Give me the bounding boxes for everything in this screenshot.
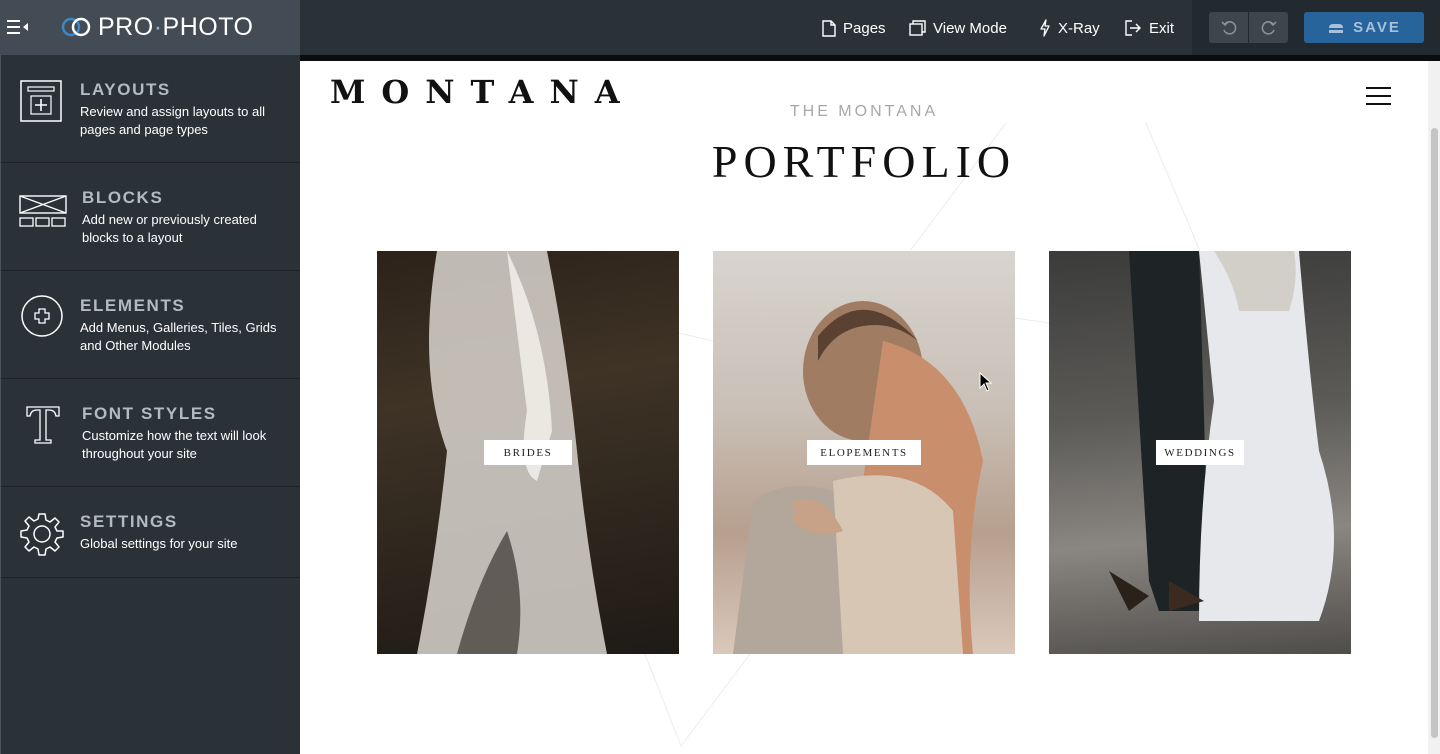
xray-label: X-Ray — [1058, 19, 1100, 37]
view-mode-button[interactable]: View Mode — [909, 17, 1007, 39]
app-logo-text: PRO·PHOTO — [98, 13, 254, 41]
save-label: SAVE — [1353, 19, 1401, 36]
lightning-icon — [1040, 19, 1050, 37]
brand-area: PRO·PHOTO — [0, 0, 300, 55]
sidebar-item-settings[interactable]: SETTINGS Global settings for your site — [1, 487, 301, 578]
layout-add-icon — [20, 80, 62, 122]
font-icon — [26, 406, 60, 444]
sidebar: LAYOUTS Review and assign layouts to all… — [0, 55, 301, 754]
mouse-cursor-icon — [979, 372, 993, 392]
sidebar-item-desc: Global settings for your site — [80, 536, 238, 551]
page-subtitle: THE MONTANA — [789, 103, 939, 120]
portfolio-tile-elopements[interactable]: ELOPEMENTS — [713, 251, 1015, 654]
sidebar-item-title: ELEMENTS — [80, 296, 186, 315]
sidebar-item-desc: Review and assign layouts to all pages a… — [80, 104, 265, 137]
sidebar-item-blocks[interactable]: BLOCKS Add new or previously created blo… — [1, 163, 301, 271]
preview-scroll-thumb[interactable] — [1431, 128, 1438, 738]
tile-label: ELOPEMENTS — [807, 440, 921, 465]
site-preview: MONTANA THE MONTANA PORTFOLIO BRIDES ELO… — [300, 61, 1428, 754]
redo-button[interactable] — [1249, 12, 1288, 43]
tile-label: BRIDES — [484, 440, 572, 465]
blocks-icon — [19, 195, 67, 227]
sidebar-item-title: SETTINGS — [80, 512, 178, 531]
sidebar-item-desc: Add new or previously created blocks to … — [82, 212, 257, 245]
exit-label: Exit — [1149, 19, 1175, 37]
sidebar-item-font-styles[interactable]: FONT STYLES Customize how the text will … — [1, 379, 301, 487]
window-icon — [909, 20, 926, 36]
undo-icon — [1220, 20, 1236, 35]
xray-button[interactable]: X-Ray — [1039, 17, 1100, 39]
sidebar-item-title: BLOCKS — [82, 188, 164, 207]
redo-icon — [1261, 20, 1277, 35]
sidebar-item-title: LAYOUTS — [80, 80, 171, 99]
sidebar-item-elements[interactable]: ELEMENTS Add Menus, Galleries, Tiles, Gr… — [1, 271, 301, 379]
sidebar-item-desc: Customize how the text will look through… — [82, 428, 267, 461]
undo-button[interactable] — [1209, 12, 1248, 43]
prophoto-logo-icon — [61, 17, 91, 37]
collapse-menu-icon[interactable] — [7, 19, 29, 35]
portfolio-tile-weddings[interactable]: WEDDINGS — [1049, 251, 1351, 654]
save-icon — [1328, 23, 1345, 33]
plus-circle-icon — [21, 295, 63, 337]
sidebar-item-desc: Add Menus, Galleries, Tiles, Grids and O… — [80, 320, 277, 353]
pages-button[interactable]: Pages — [822, 17, 886, 39]
portfolio-tile-brides[interactable]: BRIDES — [377, 251, 679, 654]
view-mode-label: View Mode — [933, 19, 1007, 37]
sidebar-item-title: FONT STYLES — [82, 404, 217, 423]
sidebar-item-layouts[interactable]: LAYOUTS Review and assign layouts to all… — [1, 55, 301, 163]
gear-icon — [20, 513, 64, 556]
save-button[interactable]: SAVE — [1304, 12, 1424, 43]
exit-icon — [1125, 20, 1141, 36]
exit-button[interactable]: Exit — [1125, 17, 1174, 39]
pages-label: Pages — [843, 19, 886, 37]
top-toolbar: PRO·PHOTO Pages View Mode X-Ray Exit SAV… — [0, 0, 1440, 55]
tile-label: WEDDINGS — [1156, 440, 1244, 465]
page-title: PORTFOLIO — [711, 136, 1017, 187]
page-icon — [822, 19, 836, 37]
